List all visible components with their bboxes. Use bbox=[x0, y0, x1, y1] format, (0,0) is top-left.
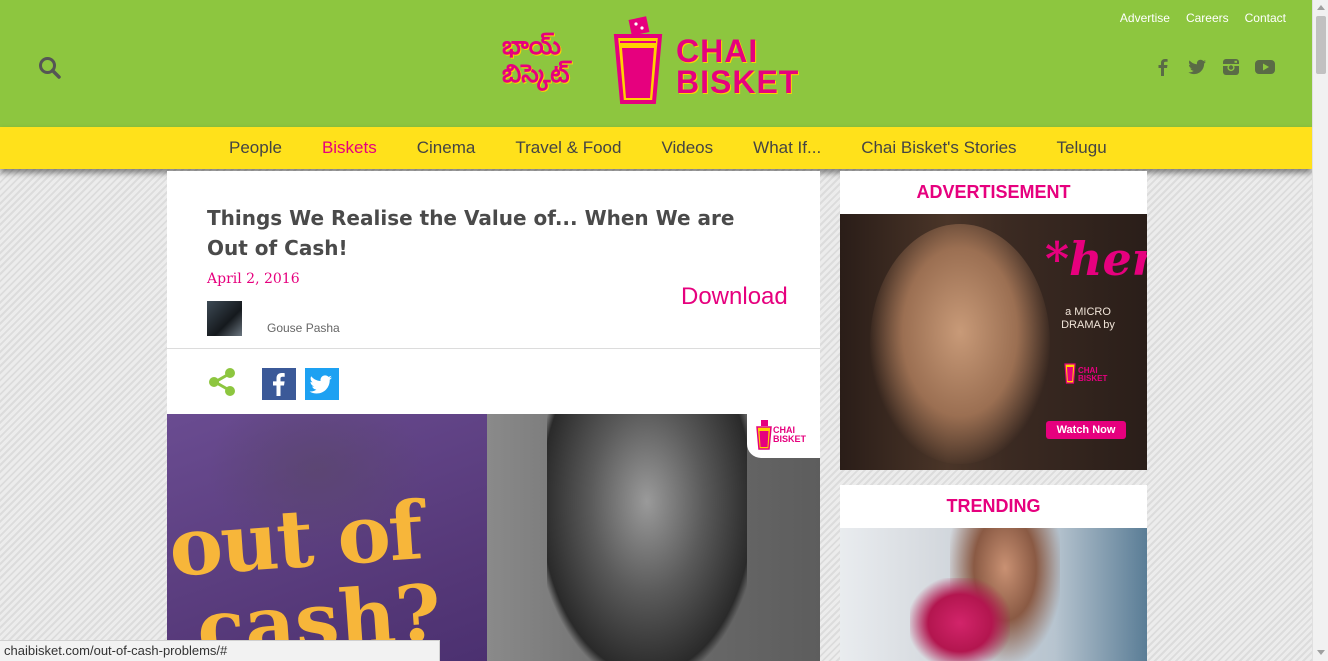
advertise-link[interactable]: Advertise bbox=[1120, 11, 1170, 25]
facebook-icon bbox=[273, 373, 285, 396]
ad-banner[interactable]: *her a MICRO DRAMA by CHAI BISKET Watch … bbox=[840, 214, 1147, 470]
trending-person-2 bbox=[910, 578, 1010, 661]
nav-item-cinema[interactable]: Cinema bbox=[417, 138, 476, 158]
nav-item-stories[interactable]: Chai Bisket's Stories bbox=[861, 138, 1016, 158]
facebook-share-button[interactable] bbox=[262, 368, 296, 400]
author-name[interactable]: Gouse Pasha bbox=[267, 321, 340, 335]
top-links: Advertise Careers Contact bbox=[1120, 11, 1286, 25]
nav-item-people[interactable]: People bbox=[229, 138, 282, 158]
contact-link[interactable]: Contact bbox=[1245, 11, 1286, 25]
hero-left-panel: out of cash? bbox=[167, 414, 487, 661]
nav-item-videos[interactable]: Videos bbox=[661, 138, 713, 158]
facebook-icon[interactable] bbox=[1152, 56, 1174, 78]
instagram-icon[interactable] bbox=[1220, 56, 1242, 78]
tea-glass-icon bbox=[613, 16, 663, 104]
author-avatar[interactable] bbox=[207, 301, 242, 336]
ad-face bbox=[870, 224, 1050, 464]
trending-image[interactable] bbox=[840, 528, 1147, 661]
page-scrollbar[interactable] bbox=[1312, 0, 1328, 661]
nav-item-what-if[interactable]: What If... bbox=[753, 138, 821, 158]
nav-item-telugu[interactable]: Telugu bbox=[1057, 138, 1107, 158]
ad-logo-text: CHAI BISKET bbox=[1078, 366, 1108, 383]
ad-subtitle: a MICRO DRAMA by bbox=[1061, 306, 1115, 331]
hero-badge: CHAI BISKET bbox=[747, 414, 820, 458]
logo-telugu-text: భాయ్ బిస్కెట్ bbox=[502, 31, 570, 88]
scroll-down-arrow-icon[interactable] bbox=[1317, 650, 1325, 655]
nav-item-travel-food[interactable]: Travel & Food bbox=[515, 138, 621, 158]
twitter-icon[interactable] bbox=[1186, 56, 1208, 78]
nav-item-biskets[interactable]: Biskets bbox=[322, 138, 377, 158]
ad-title: *her bbox=[1045, 232, 1147, 286]
main-nav: People Biskets Cinema Travel & Food Vide… bbox=[0, 127, 1312, 169]
article-hero-image[interactable]: out of cash? CHAI BISKET bbox=[167, 414, 820, 661]
download-button[interactable]: Download bbox=[681, 283, 788, 311]
careers-link[interactable]: Careers bbox=[1186, 11, 1229, 25]
twitter-share-button[interactable] bbox=[305, 368, 339, 400]
twitter-icon bbox=[309, 375, 332, 394]
hero-badge-text: CHAI BISKET bbox=[773, 425, 807, 444]
article-date: April 2, 2016 bbox=[207, 271, 300, 287]
share-icon[interactable] bbox=[207, 367, 237, 397]
tea-glass-icon bbox=[756, 420, 772, 450]
advertisement-widget: ADVERTISEMENT *her a MICRO DRAMA by CHAI… bbox=[840, 171, 1147, 470]
hero-person bbox=[547, 414, 747, 661]
divider bbox=[167, 348, 820, 349]
article-card: Things We Realise the Value of... When W… bbox=[167, 171, 820, 661]
logo-english-text: CHAI BISKET bbox=[676, 33, 800, 100]
browser-status-bar: chaibisket.com/out-of-cash-problems/# bbox=[0, 640, 440, 661]
scroll-thumb[interactable] bbox=[1316, 16, 1326, 74]
social-links bbox=[1152, 56, 1276, 78]
article-title: Things We Realise the Value of... When W… bbox=[207, 206, 735, 260]
youtube-icon[interactable] bbox=[1254, 56, 1276, 78]
watch-now-button[interactable]: Watch Now bbox=[1046, 421, 1126, 439]
scroll-up-arrow-icon[interactable] bbox=[1317, 5, 1325, 10]
site-header: Advertise Careers Contact భాయ్ బిస్కెట్ … bbox=[0, 0, 1312, 127]
site-logo[interactable]: భాయ్ బిస్కెట్ CHAI BISKET bbox=[502, 14, 812, 114]
ad-heading: ADVERTISEMENT bbox=[916, 182, 1071, 202]
trending-heading: TRENDING bbox=[946, 496, 1041, 516]
trending-widget: TRENDING bbox=[840, 485, 1147, 661]
tea-glass-icon bbox=[1064, 363, 1076, 384]
search-icon[interactable] bbox=[38, 56, 62, 80]
